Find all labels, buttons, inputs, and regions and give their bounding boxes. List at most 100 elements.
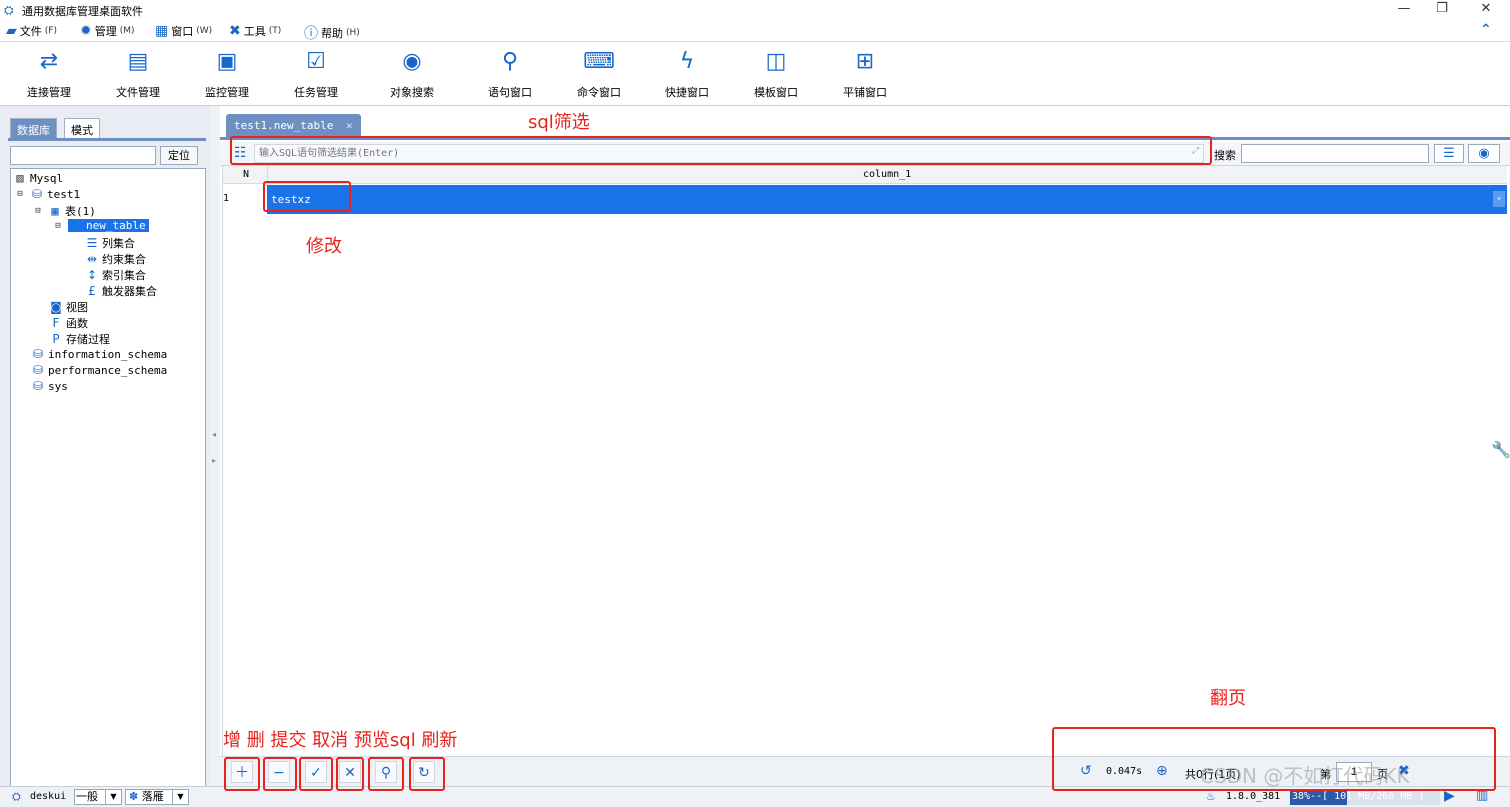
java-icon: ♨	[1206, 790, 1216, 803]
database-tree: ▧ Mysql ⊟ ⛁ test1 ⊟ ▦ 表(1) ⊟ new_table ☰ 列集合 ⇹ 约…	[10, 168, 206, 790]
help-icon: ⓘ	[304, 26, 318, 42]
tree-label: 存储过程	[66, 333, 110, 346]
selected-cell[interactable]: testxz ▾	[267, 185, 1507, 214]
collapse-toolbar-icon[interactable]: ⌃	[1480, 22, 1492, 38]
mode-value: 一般	[76, 790, 98, 803]
wrench-icon[interactable]: 🔧	[1491, 440, 1510, 459]
theme-select[interactable]: ✽ 落雁 ▼	[125, 789, 189, 805]
tree-node-functions[interactable]: F 函数	[49, 315, 88, 331]
toolbar-label: 连接管理	[27, 86, 71, 99]
column-header-column-1[interactable]: column_1	[863, 169, 911, 180]
locate-button[interactable]: 定位	[160, 146, 198, 165]
search-input[interactable]	[1241, 144, 1429, 163]
collapse-toggle-icon: ⊟	[55, 220, 61, 231]
close-button[interactable]: ✕	[1468, 0, 1504, 20]
maximize-button[interactable]: ❐	[1424, 0, 1460, 20]
tree-node-test1[interactable]: ⊟ ⛁ test1	[13, 187, 80, 201]
menu-bar: ▰ 文件 (F) ✹ 管理 (M) ▦ 窗口 (W) ✖ 工具 (T) ⓘ 帮助 (H) ⌃	[0, 20, 1510, 42]
search-label: 搜索	[1214, 149, 1236, 162]
annotation-box-cancel	[336, 757, 364, 791]
tab-database[interactable]: 数据库	[10, 118, 57, 138]
expand-right-icon[interactable]: ▸	[212, 456, 216, 465]
annotation-box-modify	[263, 181, 351, 212]
toolbar-statement-button[interactable]: ⚲ 语句窗口	[470, 48, 550, 100]
toolbar-label: 平铺窗口	[843, 86, 887, 99]
menu-accel: (H)	[346, 28, 360, 38]
tree-node-tables[interactable]: ⊟ ▦ 表(1)	[31, 203, 96, 219]
toolbar-connection-button[interactable]: ⇄ 连接管理	[9, 48, 89, 100]
minimize-button[interactable]: —	[1386, 0, 1422, 20]
column-header-n[interactable]: N	[243, 169, 249, 180]
menu-help[interactable]: ⓘ 帮助 (H)	[304, 23, 360, 43]
index-icon: ↕	[86, 268, 98, 282]
database-icon: ⛁	[32, 363, 44, 377]
annotation-box-sql-filter	[230, 136, 1212, 165]
toolbar-object-search-button[interactable]: ◉ 对象搜索	[372, 48, 452, 100]
collapse-left-icon[interactable]: ◂	[212, 430, 216, 439]
tree-node-triggers[interactable]: £ 触发器集合	[85, 283, 157, 299]
toolbar-shortcut-button[interactable]: ϟ 快捷窗口	[647, 48, 727, 100]
menu-window[interactable]: ▦ 窗口 (W)	[155, 23, 212, 39]
grid-header: N column_1	[223, 166, 1507, 184]
table-row[interactable]: 1 testxz ▾	[223, 185, 1507, 214]
tree-node-sys[interactable]: ⛁ sys	[31, 379, 68, 393]
menu-tools[interactable]: ✖ 工具 (T)	[229, 23, 281, 39]
book-icon: ▤	[127, 49, 149, 74]
tree-node-performance-schema[interactable]: ⛁ performance_schema	[31, 363, 167, 377]
annotation-label-paging: 翻页	[1210, 688, 1246, 709]
list-view-icon[interactable]: ☰	[1434, 144, 1464, 163]
tab-schema[interactable]: 模式	[64, 118, 100, 138]
bolt-icon: ϟ	[679, 49, 695, 74]
tab-underline	[8, 138, 206, 141]
toolbar-label: 模板窗口	[754, 86, 798, 99]
constraint-icon: ⇹	[86, 252, 98, 266]
tools-icon: ✖	[229, 23, 241, 39]
annotation-box-add	[224, 757, 260, 791]
chevron-down-icon: ▼	[105, 790, 121, 804]
view-icon: ◙	[50, 300, 62, 314]
close-tab-icon[interactable]: ✕	[346, 119, 353, 132]
panel-splitter[interactable]: ◂ ▸	[210, 106, 220, 786]
cell-dropdown-icon[interactable]: ▾	[1493, 191, 1505, 207]
tree-label: Mysql	[30, 171, 64, 185]
table-editor: test1.new_table ✕ ☷ ⤢ 搜索 ☰ ◉ N column_1 …	[220, 106, 1510, 786]
tree-label: performance_schema	[48, 363, 168, 377]
tree-node-columns[interactable]: ☰ 列集合	[85, 235, 135, 251]
tree-label: 触发器集合	[102, 285, 157, 298]
search-icon: ⚲	[501, 49, 519, 74]
annotation-box-preview	[368, 757, 404, 791]
mode-select[interactable]: 一般 ▼	[74, 789, 122, 805]
current-user: deskui	[30, 791, 67, 802]
table-icon: ▦	[51, 204, 59, 218]
tree-node-constraints[interactable]: ⇹ 约束集合	[85, 251, 146, 267]
tree-node-information-schema[interactable]: ⛁ information_schema	[31, 347, 167, 361]
toolbar-task-button[interactable]: ☑ 任务管理	[276, 48, 356, 100]
tree-node-indexes[interactable]: ↕ 索引集合	[85, 267, 146, 283]
menu-accel: (T)	[268, 26, 282, 36]
tree-node-views[interactable]: ◙ 视图	[49, 299, 88, 315]
toolbar-file-button[interactable]: ▤ 文件管理	[98, 48, 178, 100]
menu-label: 窗口	[171, 25, 194, 38]
database-navigator: 数据库 模式 定位 ▧ Mysql ⊟ ⛁ test1 ⊟ ▦ 表(1) ⊟ new_tab…	[0, 106, 210, 790]
toolbar-command-button[interactable]: ⌨ 命令窗口	[559, 48, 639, 100]
navigator-search-input[interactable]	[10, 146, 156, 165]
gear-icon: ✹	[80, 23, 92, 39]
eye-icon[interactable]: ◉	[1468, 144, 1500, 163]
menu-label: 工具	[243, 25, 266, 38]
tree-node-procedures[interactable]: P 存储过程	[49, 331, 110, 347]
main-toolbar: ⇄ 连接管理 ▤ 文件管理 ▣ 监控管理 ☑ 任务管理 ◉ 对象搜索 ⚲ 语句窗口 ⌨ 命令窗…	[0, 42, 1510, 106]
calendar-icon: ☑	[306, 49, 326, 74]
menu-manage[interactable]: ✹ 管理 (M)	[80, 23, 135, 39]
toolbar-template-button[interactable]: ◫ 模板窗口	[736, 48, 816, 100]
toolbar-tile-button[interactable]: ⊞ 平铺窗口	[825, 48, 905, 100]
toolbar-monitor-button[interactable]: ▣ 监控管理	[187, 48, 267, 100]
tree-label: 约束集合	[102, 253, 146, 266]
tree-node-new-table[interactable]: ⊟ new_table	[51, 219, 149, 232]
annotation-box-delete	[263, 757, 297, 791]
menu-file[interactable]: ▰ 文件 (F)	[6, 23, 57, 39]
tree-node-root[interactable]: ▧ Mysql	[13, 171, 63, 185]
tree-label: 函数	[66, 317, 88, 330]
user-icon: ⛭	[12, 790, 21, 803]
refresh-icon: ⇄	[39, 49, 59, 74]
memory-usage[interactable]: 38%--[ 101 MB/266 MB ]	[1290, 789, 1440, 805]
